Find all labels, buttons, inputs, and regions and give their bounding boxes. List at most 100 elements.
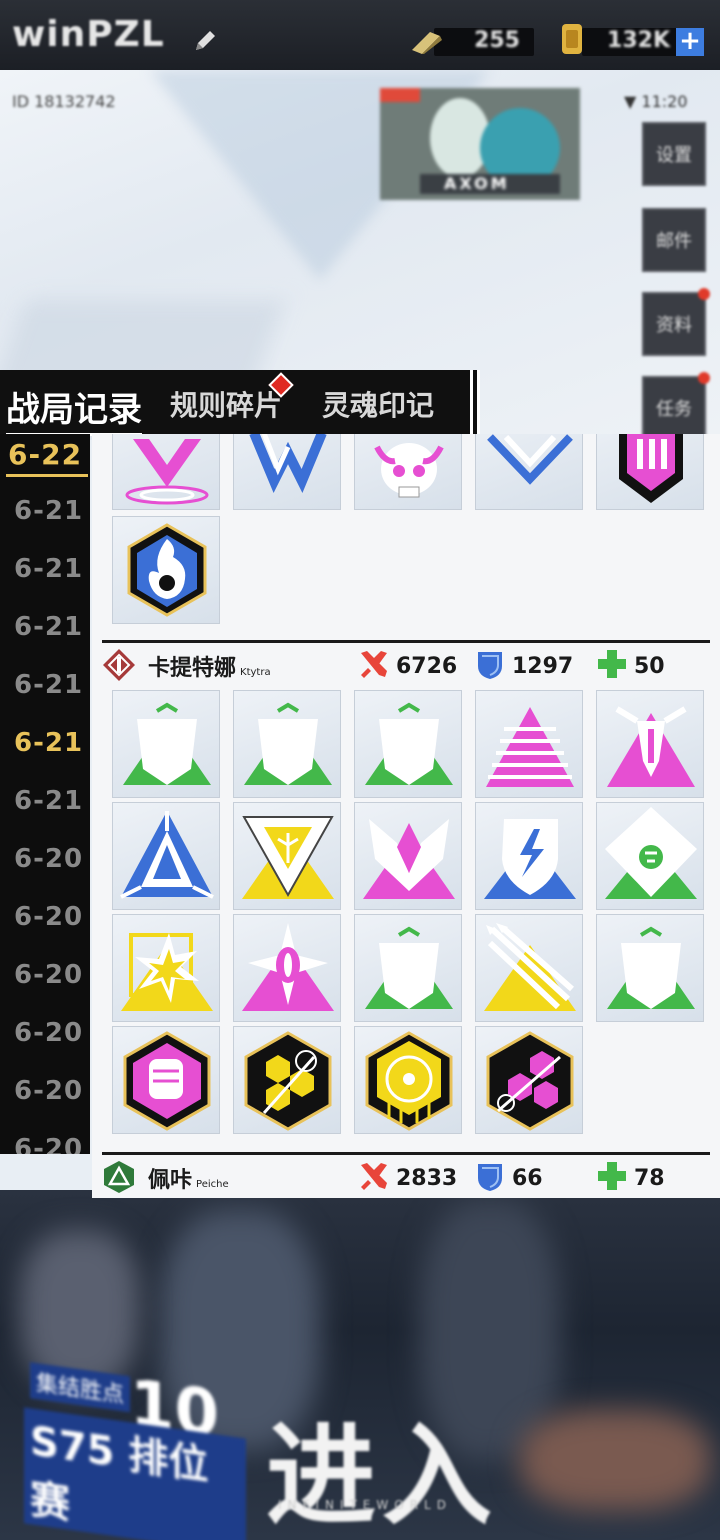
- rune-tile[interactable]: [233, 690, 341, 798]
- date-item[interactable]: 6-21: [14, 554, 83, 584]
- pink-arrow-rune-icon: [607, 706, 695, 787]
- rune-tile[interactable]: [475, 914, 583, 1022]
- rune-tile[interactable]: [354, 802, 462, 910]
- rune-tile[interactable]: [112, 914, 220, 1022]
- pink-eye-rune-icon: [242, 923, 334, 1011]
- coin-stack-icon: [562, 24, 582, 54]
- edit-icon[interactable]: [192, 28, 218, 54]
- date-item[interactable]: 6-20: [14, 902, 83, 932]
- mail-label: 邮件: [656, 231, 692, 252]
- date-item[interactable]: 6-20: [14, 960, 83, 990]
- blue-bolt-shield-rune-icon: [484, 819, 576, 899]
- date-item[interactable]: 6-20: [14, 1076, 83, 1106]
- battle-record-detail[interactable]: 卡提特娜 Ktytra 6726 1297 50 佩咔 Peiche 2833 …: [92, 434, 720, 1198]
- attack-value: 2833: [396, 1166, 458, 1191]
- rune-tile[interactable]: [112, 802, 220, 910]
- attack-value: 6726: [396, 654, 458, 679]
- profile-button[interactable]: 资料: [642, 288, 710, 356]
- tasks-label: 任务: [656, 399, 692, 420]
- character-stats-row: 佩咔 Peiche 2833 66 78: [102, 1158, 710, 1198]
- notification-dot: [698, 288, 710, 300]
- rune-tile[interactable]: [112, 690, 220, 798]
- character-name-en: Peiche: [196, 1179, 229, 1190]
- blue-flame-rune-icon: [127, 523, 207, 617]
- rune-tile[interactable]: [233, 434, 341, 510]
- currency-b-value: 132K: [607, 28, 670, 53]
- yellow-missile-rune-icon: [484, 923, 576, 1011]
- tab-soul-mark[interactable]: 灵魂印记: [322, 384, 434, 424]
- pink-crest-rune-icon: [619, 434, 683, 503]
- heal-value: 78: [634, 1166, 665, 1191]
- currency-b: 132K: [556, 24, 684, 60]
- rune-tile[interactable]: [233, 802, 341, 910]
- section-divider: [102, 1152, 710, 1155]
- tab-divider: [470, 370, 480, 434]
- match-date-list[interactable]: 6-22 6-21 6-21 6-21 6-21 6-21 6-21 6-20 …: [0, 434, 90, 1154]
- rune-tile[interactable]: [112, 434, 220, 510]
- date-item[interactable]: 6-21: [14, 786, 83, 816]
- rune-tile[interactable]: [233, 1026, 341, 1134]
- player-name: winPZL: [12, 14, 165, 55]
- tab-rule-fragments[interactable]: 规则碎片: [170, 384, 282, 424]
- crossed-swords-icon: [361, 651, 387, 678]
- rune-tile[interactable]: [596, 690, 704, 798]
- signal-status: ▼ 11:20: [624, 92, 688, 111]
- character-name: 卡提特娜 Ktytra: [148, 650, 271, 682]
- tasks-button[interactable]: 任务: [642, 372, 710, 440]
- date-item-highlighted[interactable]: 6-21: [14, 728, 83, 758]
- rune-tile[interactable]: [354, 1026, 462, 1134]
- character-name-cn: 佩咔: [148, 1168, 193, 1193]
- section-divider: [102, 640, 710, 643]
- rank-label: 集结胜点: [30, 1362, 131, 1413]
- rune-tile[interactable]: [475, 690, 583, 798]
- date-item[interactable]: 6-21: [14, 612, 83, 642]
- rune-tile[interactable]: [112, 516, 220, 624]
- settings-button[interactable]: 设置: [642, 122, 706, 186]
- date-item[interactable]: 6-20: [14, 1018, 83, 1048]
- event-banner[interactable]: AXOM: [380, 88, 580, 200]
- blue-feather-rune-icon: [249, 434, 327, 494]
- green-shield-rune-icon: [365, 926, 453, 1009]
- rune-tile[interactable]: [475, 434, 583, 510]
- character-emblem-icon: [103, 649, 135, 681]
- settings-label: 设置: [656, 145, 692, 166]
- shield-icon: [478, 652, 502, 679]
- rune-tile[interactable]: [233, 914, 341, 1022]
- pink-fist-rune-icon: [123, 1031, 211, 1131]
- blue-tri-star-rune-icon: [120, 811, 214, 899]
- mail-button[interactable]: 邮件: [642, 208, 706, 272]
- character-name-en: Ktytra: [240, 667, 271, 678]
- add-currency-button[interactable]: +: [676, 28, 704, 56]
- blue-diamond-rune-icon: [487, 434, 573, 485]
- date-item[interactable]: 6-22: [5, 438, 89, 477]
- date-item[interactable]: 6-20: [14, 844, 83, 874]
- defense-value: 66: [512, 1166, 543, 1191]
- green-shield-rune-icon: [365, 702, 453, 785]
- rune-tile[interactable]: [354, 434, 462, 510]
- yellow-honeycomb-rune-icon: [244, 1031, 332, 1131]
- gold-bar-icon: [412, 32, 442, 54]
- green-diamond-rune-icon: [605, 807, 697, 899]
- player-id: ID 18132742: [12, 92, 116, 111]
- date-item[interactable]: 6-21: [14, 496, 83, 526]
- character-name: 佩咔 Peiche: [148, 1162, 229, 1194]
- art-blob: [520, 1410, 710, 1510]
- currency-a-value: 255: [474, 28, 520, 53]
- wifi-icon: ▼: [624, 92, 637, 111]
- green-shield-rune-icon: [123, 702, 211, 785]
- rune-tile[interactable]: [354, 914, 462, 1022]
- rune-tile[interactable]: [596, 802, 704, 910]
- rune-tile[interactable]: [475, 802, 583, 910]
- rune-tile[interactable]: [112, 1026, 220, 1134]
- rune-tile[interactable]: [596, 434, 704, 510]
- rune-tile[interactable]: [475, 1026, 583, 1134]
- top-bar: winPZL 255 132K +: [0, 0, 720, 70]
- defense-value: 1297: [512, 654, 574, 679]
- rune-tile[interactable]: [354, 690, 462, 798]
- date-item[interactable]: 6-21: [14, 670, 83, 700]
- date-item[interactable]: 6-20: [14, 1134, 83, 1154]
- enter-button[interactable]: 进入: [266, 1386, 498, 1540]
- tab-battle-record[interactable]: 战局记录: [6, 382, 142, 436]
- crossed-swords-icon: [361, 1163, 387, 1190]
- rune-tile[interactable]: [596, 914, 704, 1022]
